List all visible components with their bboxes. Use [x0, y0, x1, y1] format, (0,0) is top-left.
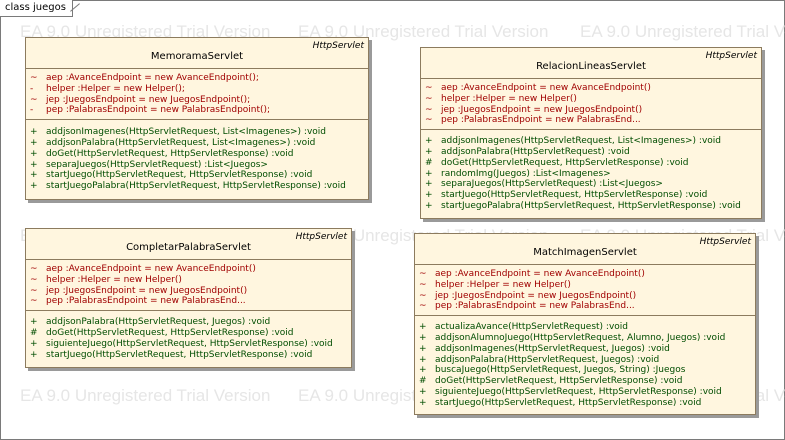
class-memorama-servlet[interactable]: HttpServlet MemoramaServlet ~ aep :Avance… [25, 37, 369, 200]
operation-row: + buscaJuego(HttpServletRequest, Juegos, … [419, 365, 686, 376]
operation-row: + addjsonAlumnoJuego(HttpServletRequest, … [419, 332, 726, 343]
attributes-compartment: ~ aep :AvanceEndpoint = new AvanceEndpoin… [26, 259, 351, 310]
attribute-row: - pep :PalabrasEndpoint = new PalabrasEnd… [30, 105, 271, 116]
operation-row: + startJuego(HttpServletRequest, HttpServ… [425, 190, 708, 201]
attribute-row: - helper :Helper = new Helper(); [30, 83, 185, 94]
class-stereotype: HttpServlet [705, 51, 757, 61]
attribute-row: ~ jep :JuegosEndpoint = new JuegosEndpoin… [30, 285, 248, 296]
class-stereotype: HttpServlet [295, 232, 347, 242]
operation-row: + startJuegoPalabra(HttpServletRequest, H… [425, 200, 741, 211]
class-match-imagen-servlet[interactable]: HttpServlet MatchImagenServlet ~ aep :Ava… [414, 233, 756, 415]
operation-row: + addjsonImagenes(HttpServletRequest, Lis… [30, 127, 327, 138]
operation-row: + addjsonPalabra(HttpServletRequest, Jueg… [30, 317, 271, 328]
attribute-row: ~ helper :Helper = new Helper() [419, 279, 571, 290]
operations-compartment: + addjsonImagenes(HttpServletRequest, Lis… [26, 119, 368, 195]
attribute-row: ~ aep :AvanceEndpoint = new AvanceEndpoin… [30, 73, 259, 83]
operation-row: + doGet(HttpServletRequest, HttpServletRe… [30, 148, 294, 159]
operation-row: + siguienteJuego(HttpServletRequest, Http… [419, 386, 722, 397]
operation-row: + startJuego(HttpServletRequest, HttpServ… [30, 170, 313, 181]
class-relacion-lineas-servlet[interactable]: HttpServlet RelacionLineasServlet ~ aep :… [420, 47, 762, 219]
operation-row: + addjsonPalabra(HttpServletRequest, Jueg… [419, 354, 660, 365]
attribute-row: ~ pep :PalabrasEndpoint = new PalabrasEnd… [419, 301, 635, 312]
operation-row: + separaJuegos(HttpServletRequest) :List<… [30, 159, 268, 170]
attributes-compartment: ~ aep :AvanceEndpoint = new AvanceEndpoin… [415, 264, 755, 315]
operation-row: + startJuegoPalabra(HttpServletRequest, H… [30, 181, 346, 192]
operation-row: + addjsonImagenes(HttpServletRequest, Jue… [419, 343, 670, 354]
operation-row: + siguienteJuego(HttpServletRequest, Http… [30, 338, 333, 349]
class-stereotype: HttpServlet [312, 41, 364, 51]
attribute-row: ~ jep :JuegosEndpoint = new JuegosEndpoin… [425, 104, 643, 115]
attribute-row: ~ aep :AvanceEndpoint = new AvanceEndpoin… [30, 264, 256, 274]
operation-row: # doGet(HttpServletRequest, HttpServletRe… [30, 327, 294, 338]
operation-row: + addjsonPalabra(HttpServletRequest, List… [30, 137, 316, 148]
attribute-row: ~ aep :AvanceEndpoint = new AvanceEndpoin… [425, 83, 651, 93]
attribute-row: ~ jep :JuegosEndpoint = new JuegosEndpoin… [419, 290, 637, 301]
attribute-row: ~ helper :Helper = new Helper() [425, 93, 577, 104]
attribute-row: ~ pep :PalabrasEndpoint = new PalabrasEnd… [425, 115, 641, 126]
attribute-row: ~ jep :JuegosEndpoint = new JuegosEndpoin… [30, 94, 251, 105]
attributes-compartment: ~ aep :AvanceEndpoint = new AvanceEndpoin… [421, 78, 761, 129]
frame-label: class juegos [0, 0, 73, 17]
attribute-row: ~ helper :Helper = new Helper() [30, 274, 182, 285]
operation-row: + actualizaAvance(HttpServletRequest) :vo… [419, 322, 629, 333]
operation-row: # doGet(HttpServletRequest, HttpServletRe… [425, 157, 689, 168]
class-completar-palabra-servlet[interactable]: HttpServlet CompletarPalabraServlet ~ aep… [25, 228, 352, 368]
operation-row: + addjsonPalabra(HttpServletRequest) :voi… [425, 146, 630, 157]
operation-row: + addjsonImagenes(HttpServletRequest, Lis… [425, 136, 722, 147]
operation-row: # doGet(HttpServletRequest, HttpServletRe… [419, 376, 683, 387]
operations-compartment: + actualizaAvance(HttpServletRequest) :vo… [415, 315, 755, 411]
class-stereotype: HttpServlet [699, 237, 751, 247]
operations-compartment: + addjsonPalabra(HttpServletRequest, Jueg… [26, 310, 351, 363]
operations-compartment: + addjsonImagenes(HttpServletRequest, Lis… [421, 129, 761, 215]
operation-row: + startJuego(HttpServletRequest, HttpServ… [30, 349, 313, 360]
operation-row: + separaJuegos(HttpServletRequest) :List<… [425, 179, 663, 190]
attribute-row: ~ pep :PalabrasEndpoint = new PalabrasEnd… [30, 296, 246, 307]
operation-row: + randomImg(Juegos) :List<Imagenes> [425, 168, 611, 179]
attributes-compartment: ~ aep :AvanceEndpoint = new AvanceEndpoin… [26, 68, 368, 119]
attribute-row: ~ aep :AvanceEndpoint = new AvanceEndpoin… [419, 269, 645, 279]
operation-row: + startJuego(HttpServletRequest, HttpServ… [419, 397, 702, 408]
